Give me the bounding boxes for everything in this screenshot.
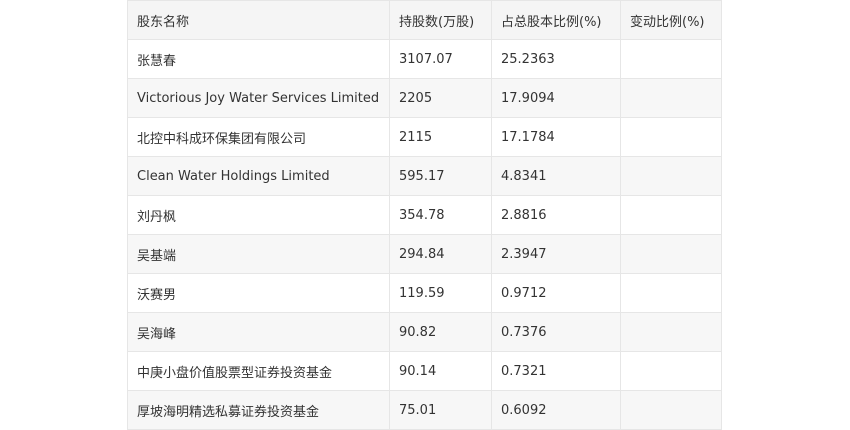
cell-shares-held: 354.78 [389,195,492,235]
cell-change-ratio [620,156,722,196]
header-change-ratio: 变动比例(%) [620,0,722,40]
cell-change-ratio [620,195,722,235]
cell-share-ratio: 0.7321 [491,351,621,391]
shareholder-table: 股东名称 持股数(万股) 占总股本比例(%) 变动比例(%) 张慧春 3107.… [127,0,722,430]
header-share-ratio: 占总股本比例(%) [491,0,621,40]
cell-shareholder-name: 中庚小盘价值股票型证券投资基金 [127,351,390,391]
cell-change-ratio [620,312,722,352]
table-row: 吴基端 294.84 2.3947 [127,234,722,274]
cell-change-ratio [620,351,722,391]
table-row: 吴海峰 90.82 0.7376 [127,312,722,352]
cell-shares-held: 75.01 [389,390,492,430]
cell-shareholder-name: Victorious Joy Water Services Limited [127,78,390,118]
cell-share-ratio: 2.3947 [491,234,621,274]
cell-shareholder-name: 吴基端 [127,234,390,274]
cell-change-ratio [620,234,722,274]
cell-shareholder-name: 吴海峰 [127,312,390,352]
table-row: 厚坡海明精选私募证券投资基金 75.01 0.6092 [127,390,722,430]
table-row: 张慧春 3107.07 25.2363 [127,39,722,79]
shareholder-table-container: 股东名称 持股数(万股) 占总股本比例(%) 变动比例(%) 张慧春 3107.… [127,0,722,430]
cell-change-ratio [620,273,722,313]
cell-share-ratio: 0.9712 [491,273,621,313]
cell-share-ratio: 17.1784 [491,117,621,157]
cell-shareholder-name: 刘丹枫 [127,195,390,235]
table-row: 沃赛男 119.59 0.9712 [127,273,722,313]
cell-shareholder-name: 厚坡海明精选私募证券投资基金 [127,390,390,430]
header-shareholder-name: 股东名称 [127,0,390,40]
cell-shares-held: 2205 [389,78,492,118]
cell-change-ratio [620,390,722,430]
table-row: 刘丹枫 354.78 2.8816 [127,195,722,235]
cell-change-ratio [620,78,722,118]
cell-shares-held: 2115 [389,117,492,157]
cell-share-ratio: 17.9094 [491,78,621,118]
cell-change-ratio [620,117,722,157]
cell-shareholder-name: Clean Water Holdings Limited [127,156,390,196]
table-row: Clean Water Holdings Limited 595.17 4.83… [127,156,722,196]
header-shares-held: 持股数(万股) [389,0,492,40]
cell-share-ratio: 4.8341 [491,156,621,196]
table-row: 北控中科成环保集团有限公司 2115 17.1784 [127,117,722,157]
cell-shares-held: 3107.07 [389,39,492,79]
cell-shares-held: 595.17 [389,156,492,196]
cell-share-ratio: 0.7376 [491,312,621,352]
table-row: 中庚小盘价值股票型证券投资基金 90.14 0.7321 [127,351,722,391]
cell-share-ratio: 25.2363 [491,39,621,79]
cell-change-ratio [620,39,722,79]
cell-shareholder-name: 张慧春 [127,39,390,79]
cell-shareholder-name: 沃赛男 [127,273,390,313]
cell-shares-held: 90.14 [389,351,492,391]
cell-share-ratio: 2.8816 [491,195,621,235]
cell-shareholder-name: 北控中科成环保集团有限公司 [127,117,390,157]
table-header-row: 股东名称 持股数(万股) 占总股本比例(%) 变动比例(%) [127,0,722,40]
table-row: Victorious Joy Water Services Limited 22… [127,78,722,118]
cell-shares-held: 294.84 [389,234,492,274]
cell-share-ratio: 0.6092 [491,390,621,430]
cell-shares-held: 90.82 [389,312,492,352]
cell-shares-held: 119.59 [389,273,492,313]
